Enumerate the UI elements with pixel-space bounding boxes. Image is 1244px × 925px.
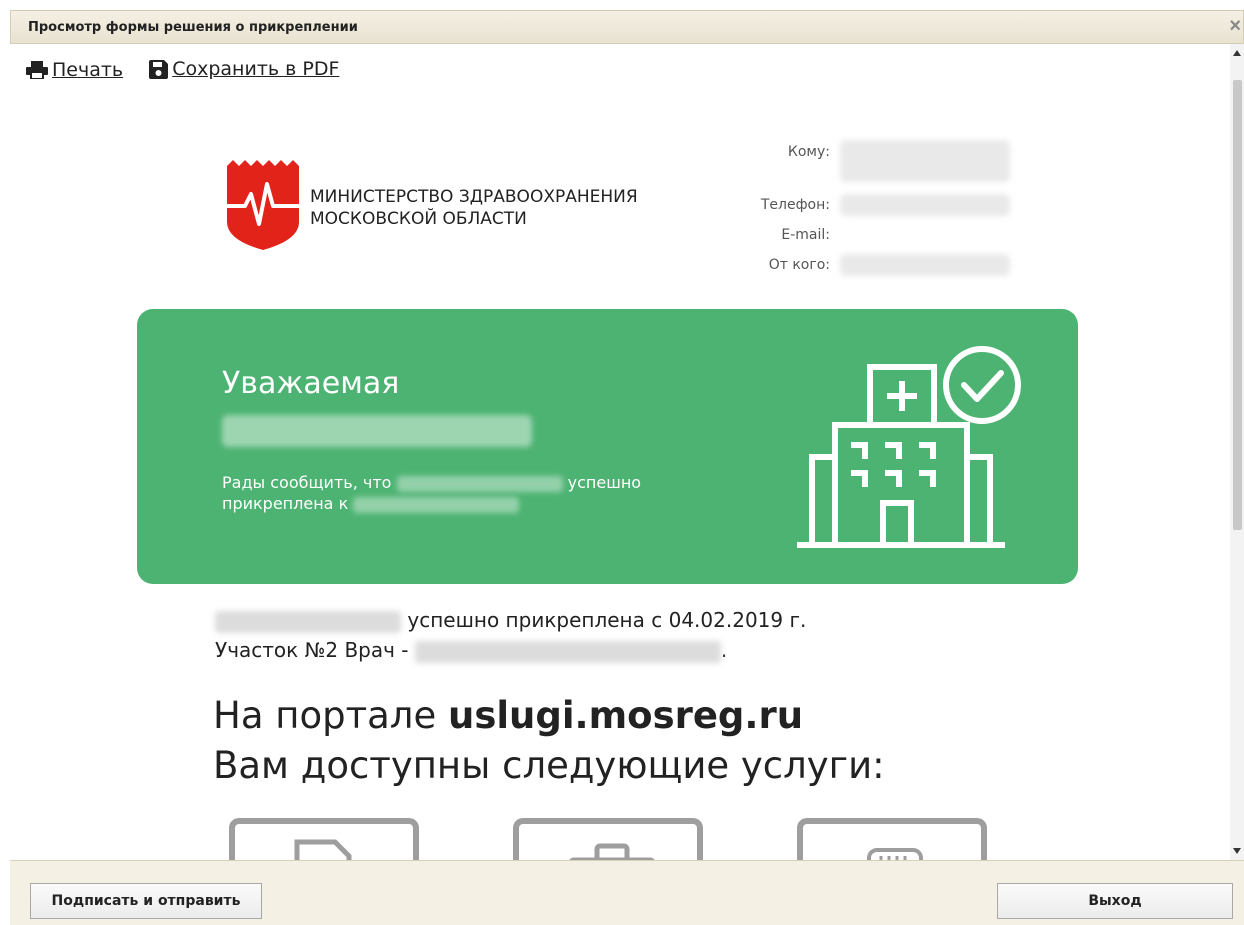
patient-shortname-redacted: [396, 475, 563, 492]
district-doctor-text: Участок №2 Врач - .: [215, 638, 728, 663]
from-label: От кого:: [768, 257, 830, 273]
attachment-success-banner: Уважаемая Рады сообщить, что успешно при…: [137, 309, 1078, 584]
print-link-label: Печать: [52, 58, 124, 81]
dialog-titlebar: Просмотр формы решения о прикреплении ×: [10, 10, 1244, 44]
greeting-text: Уважаемая: [222, 366, 400, 401]
hospital-check-icon: [797, 346, 1021, 548]
phone-value-redacted: [840, 194, 1010, 216]
ministry-logo-icon: [227, 160, 299, 250]
patient-name-body-redacted: [215, 610, 401, 633]
phone-label: Телефон:: [760, 197, 830, 213]
floppy-disk-icon: [149, 59, 169, 79]
dialog-title: Просмотр формы решения о прикреплении: [28, 20, 358, 35]
save-pdf-link-label: Сохранить в PDF: [172, 58, 340, 80]
scroll-down-icon[interactable]: [1233, 848, 1241, 854]
banner-message: Рады сообщить, что успешно прикреплена к: [222, 473, 642, 513]
sender-value-redacted: [840, 254, 1010, 276]
attached-since-text: успешно прикреплена с 04.02.2019 г.: [215, 608, 806, 633]
ministry-name: МИНИСТЕРСТВО ЗДРАВООХРАНЕНИЯ МОСКОВСКОЙ …: [310, 187, 638, 229]
clinic-name-redacted: [353, 496, 520, 513]
vertical-scrollbar[interactable]: [1230, 44, 1244, 860]
email-label: E-mail:: [781, 227, 830, 243]
close-icon[interactable]: ×: [1229, 15, 1241, 37]
to-label: Кому:: [787, 144, 830, 160]
document-icon: [294, 839, 352, 860]
service-tile-calendar[interactable]: [797, 818, 987, 860]
doctor-name-redacted: [414, 640, 721, 663]
preview-toolbar: Печать Сохранить в PDF: [26, 58, 339, 84]
patient-name-redacted: [222, 415, 532, 447]
printer-icon: [26, 60, 48, 79]
form-preview-content[interactable]: Печать Сохранить в PDF МИНИСТЕРСТВО ЗДРА…: [10, 44, 1230, 860]
service-tile-documents[interactable]: [229, 818, 419, 860]
print-link[interactable]: Печать: [26, 59, 123, 81]
sign-and-send-button[interactable]: Подписать и отправить: [30, 883, 262, 919]
portal-heading: На портале uslugi.mosreg.ru Вам доступны…: [213, 694, 885, 787]
exit-button[interactable]: Выход: [997, 883, 1233, 919]
scrollbar-thumb[interactable]: [1233, 80, 1242, 530]
briefcase-icon: [569, 843, 655, 860]
scroll-up-icon[interactable]: [1233, 50, 1241, 56]
portal-domain: uslugi.mosreg.ru: [447, 694, 804, 737]
save-pdf-link[interactable]: Сохранить в PDF: [149, 58, 339, 80]
calendar-icon: [867, 848, 923, 860]
recipient-name-redacted: [840, 140, 1010, 182]
service-tile-briefcase[interactable]: [513, 818, 703, 860]
dialog-footer: Подписать и отправить Выход: [10, 860, 1244, 925]
